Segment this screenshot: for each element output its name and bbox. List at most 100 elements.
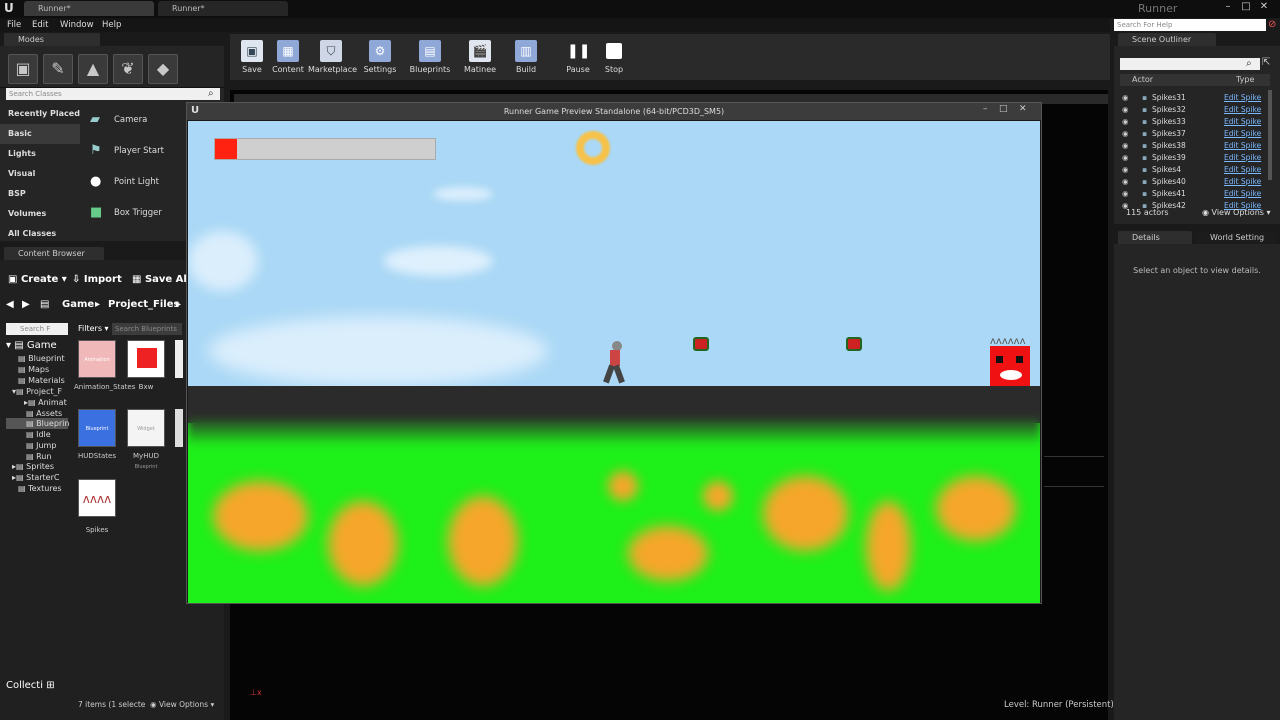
category-lights[interactable]: Lights xyxy=(0,144,80,164)
create-button[interactable]: ▣ Create ▾ xyxy=(8,270,67,290)
tab-scene-outliner[interactable]: Scene Outliner xyxy=(1118,33,1216,46)
breadcrumb-game[interactable]: Game xyxy=(62,296,94,314)
menu-help[interactable]: Help xyxy=(102,18,121,32)
tree-textures[interactable]: ▤ Textures xyxy=(18,483,62,494)
paint-mode-icon[interactable]: ✎ xyxy=(43,54,73,84)
tree-materials[interactable]: ▤ Materials xyxy=(18,375,65,386)
category-visual[interactable]: Visual xyxy=(0,164,80,184)
outliner-row[interactable]: ◉ ▪ Spikes40 Edit Spike xyxy=(1120,176,1274,188)
actor-type-link[interactable]: Edit Spike xyxy=(1224,164,1261,176)
maximize-icon[interactable]: □ xyxy=(1238,0,1254,14)
matinee-button[interactable]: 🎬 Matinee xyxy=(460,34,500,80)
place-mode-icon[interactable]: ▣ xyxy=(8,54,38,84)
eye-icon[interactable]: ◉ xyxy=(1122,188,1129,200)
eye-icon[interactable]: ◉ xyxy=(1122,92,1129,104)
outliner-row[interactable]: ◉ ▪ Spikes41 Edit Spike xyxy=(1120,188,1274,200)
actor-type-link[interactable]: Edit Spike xyxy=(1224,140,1261,152)
category-all-classes[interactable]: All Classes xyxy=(0,224,80,244)
place-camera[interactable]: ▰ Camera xyxy=(86,106,184,134)
tree-idle[interactable]: ▤ Idle xyxy=(26,429,51,440)
game-canvas[interactable]: ᴧᴧᴧᴧᴧᴧ xyxy=(188,121,1040,603)
outliner-row[interactable]: ◉ ▪ Spikes33 Edit Spike xyxy=(1120,116,1274,128)
tab-world-settings[interactable]: World Setting xyxy=(1196,231,1276,244)
eye-icon[interactable]: ◉ xyxy=(1122,152,1129,164)
tree-game[interactable]: ▾ ▤ Game xyxy=(6,340,57,351)
content-button[interactable]: ▦ Content xyxy=(268,34,308,80)
place-box-trigger[interactable]: ■ Box Trigger xyxy=(86,199,184,227)
tree-starter-content[interactable]: ▸▤ StarterC xyxy=(12,472,59,483)
menu-file[interactable]: File xyxy=(7,18,21,32)
tree-blueprint[interactable]: ▤ Blueprint xyxy=(18,353,65,364)
landscape-mode-icon[interactable]: ▲ xyxy=(78,54,108,84)
tree-blueprints-selected[interactable]: ▤ Blueprin xyxy=(6,418,69,429)
eye-icon[interactable]: ◉ xyxy=(1122,164,1129,176)
place-player-start[interactable]: ⚑ Player Start xyxy=(86,137,184,165)
tab-modes[interactable]: Modes xyxy=(4,33,100,46)
import-button[interactable]: ⇩ Import xyxy=(72,270,122,290)
marketplace-button[interactable]: ⛉ Marketplace xyxy=(308,34,357,80)
foliage-mode-icon[interactable]: ❦ xyxy=(113,54,143,84)
outliner-row[interactable]: ◉ ▪ Spikes4 Edit Spike xyxy=(1120,164,1274,176)
place-point-light[interactable]: ● Point Light xyxy=(86,168,184,196)
outliner-row[interactable]: ◉ ▪ Spikes32 Edit Spike xyxy=(1120,104,1274,116)
breadcrumb-project-files[interactable]: Project_Files xyxy=(108,296,179,314)
eye-icon[interactable]: ◉ xyxy=(1122,140,1129,152)
geometry-mode-icon[interactable]: ◆ xyxy=(148,54,178,84)
outliner-row[interactable]: ◉ ▪ Spikes31 Edit Spike xyxy=(1120,92,1274,104)
col-type[interactable]: Type xyxy=(1236,74,1254,86)
maximize-icon[interactable]: □ xyxy=(999,104,1008,114)
tree-sprites[interactable]: ▸▤ Sprites xyxy=(12,461,54,472)
search-classes-input[interactable]: Search Classes xyxy=(6,88,220,100)
tab-runner-2[interactable]: Runner* xyxy=(158,1,288,16)
tree-jump[interactable]: ▤ Jump xyxy=(26,440,56,451)
stop-button[interactable]: Stop xyxy=(596,34,632,80)
pause-button[interactable]: ❚❚ Pause xyxy=(560,34,596,80)
actor-type-link[interactable]: Edit Spike xyxy=(1224,152,1261,164)
actor-type-link[interactable]: Edit Spike xyxy=(1224,188,1261,200)
close-icon[interactable]: ✕ xyxy=(1019,104,1027,114)
back-icon[interactable]: ◀ xyxy=(6,296,14,314)
tree-maps[interactable]: ▤ Maps xyxy=(18,364,49,375)
minimize-icon[interactable]: – xyxy=(983,104,988,114)
game-preview-window[interactable]: Runner Game Preview Standalone (64-bit/P… xyxy=(186,102,1042,604)
tree-project-files[interactable]: ▾▤ Project_F xyxy=(12,386,62,397)
actor-type-link[interactable]: Edit Spike xyxy=(1224,176,1261,188)
collections-button[interactable]: Collecti ⊞ xyxy=(6,678,55,694)
actor-type-link[interactable]: Edit Spike xyxy=(1224,128,1261,140)
category-recently-placed[interactable]: Recently Placed xyxy=(0,104,80,124)
build-button[interactable]: ▥ Build xyxy=(508,34,544,80)
menu-edit[interactable]: Edit xyxy=(32,18,48,32)
save-all-button[interactable]: ▦ Save All xyxy=(132,270,190,290)
outliner-options-icon[interactable]: ⇱ xyxy=(1262,57,1270,68)
view-options-button[interactable]: ◉ View Options ▾ xyxy=(150,700,214,709)
outliner-row[interactable]: ◉ ▪ Spikes37 Edit Spike xyxy=(1120,128,1274,140)
actor-type-link[interactable]: Edit Spike xyxy=(1224,116,1261,128)
category-basic[interactable]: Basic xyxy=(0,124,80,144)
tree-animations[interactable]: ▸▤ Animat xyxy=(24,397,67,408)
category-volumes[interactable]: Volumes xyxy=(0,204,80,224)
tab-content-browser[interactable]: Content Browser xyxy=(4,247,104,260)
outliner-search-input[interactable] xyxy=(1120,58,1260,70)
filters-button[interactable]: Filters ▾ xyxy=(78,323,109,335)
search-blueprints-input[interactable]: Search Blueprints xyxy=(112,323,182,335)
actor-type-link[interactable]: Edit Spike xyxy=(1224,92,1261,104)
tab-runner-1[interactable]: Runner* xyxy=(24,1,154,16)
eye-icon[interactable]: ◉ xyxy=(1122,176,1129,188)
save-button[interactable]: ▣ Save xyxy=(234,34,270,80)
menu-window[interactable]: Window xyxy=(60,18,94,32)
eye-icon[interactable]: ◉ xyxy=(1122,128,1129,140)
minimize-icon[interactable]: – xyxy=(1220,0,1236,14)
scrollbar[interactable] xyxy=(1268,90,1272,180)
outliner-view-options-button[interactable]: ◉ View Options ▾ xyxy=(1202,208,1271,217)
actor-type-link[interactable]: Edit Spike xyxy=(1224,104,1261,116)
eye-icon[interactable]: ◉ xyxy=(1122,104,1129,116)
close-icon[interactable]: ✕ xyxy=(1256,0,1272,14)
help-search-input[interactable]: Search For Help xyxy=(1114,19,1266,31)
outliner-row[interactable]: ◉ ▪ Spikes38 Edit Spike xyxy=(1120,140,1274,152)
outliner-row[interactable]: ◉ ▪ Spikes39 Edit Spike xyxy=(1120,152,1274,164)
tree-search-input[interactable]: Search F xyxy=(6,323,68,335)
eye-icon[interactable]: ◉ xyxy=(1122,116,1129,128)
category-bsp[interactable]: BSP xyxy=(0,184,80,204)
blueprints-button[interactable]: ▤ Blueprints xyxy=(406,34,454,80)
forward-icon[interactable]: ▶ xyxy=(22,296,30,314)
